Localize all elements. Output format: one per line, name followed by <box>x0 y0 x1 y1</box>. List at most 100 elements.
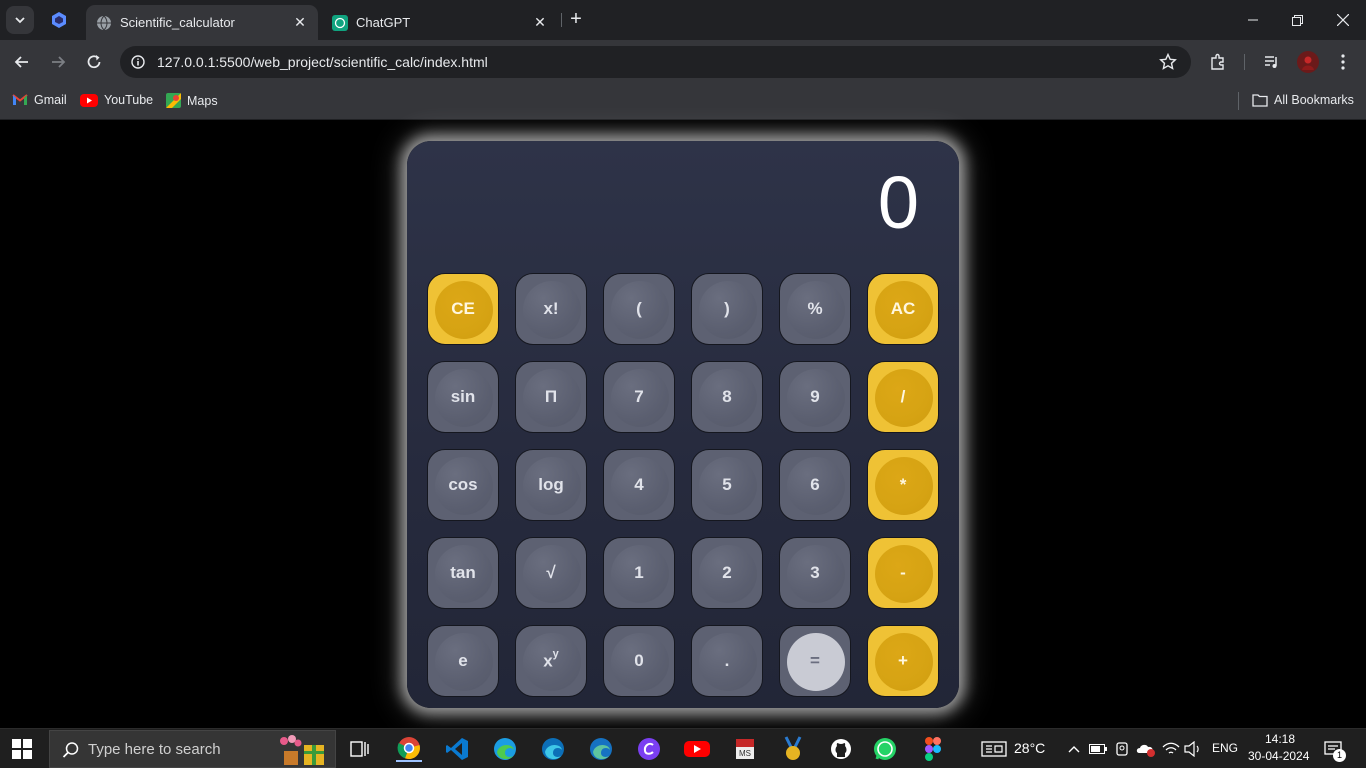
canva-icon[interactable] <box>636 736 662 762</box>
bookmark-maps[interactable]: Maps <box>166 93 218 108</box>
wifi-icon[interactable] <box>1160 736 1182 762</box>
key-superscript: y <box>552 647 559 660</box>
notifications-button[interactable]: 1 <box>1320 736 1346 762</box>
edge-icon[interactable] <box>492 736 518 762</box>
svg-text:MS: MS <box>739 749 751 758</box>
windows-taskbar: Type here to search MS 28°C ENG 14:18 30… <box>0 728 1366 768</box>
all-bookmarks-button[interactable]: All Bookmarks <box>1252 93 1354 107</box>
key-ce[interactable]: CE <box>427 273 499 345</box>
windows-start-icon[interactable] <box>12 739 32 759</box>
language-indicator[interactable]: ENG <box>1212 741 1238 755</box>
forward-button[interactable] <box>46 50 70 74</box>
github-icon[interactable] <box>828 736 854 762</box>
copilot-icon[interactable] <box>50 11 68 29</box>
taskbar-search-box[interactable]: Type here to search <box>49 730 336 768</box>
address-bar[interactable]: 127.0.0.1:5500/web_project/scientific_ca… <box>120 46 1191 78</box>
ms-office-app-icon[interactable]: MS <box>732 736 758 762</box>
edge-dev-icon[interactable] <box>588 736 614 762</box>
key-label: sin <box>450 387 476 406</box>
chevron-down-icon <box>15 17 25 24</box>
temperature-text[interactable]: 28°C <box>1014 740 1045 756</box>
camera-icon[interactable] <box>1112 736 1132 762</box>
battery-icon[interactable] <box>1088 736 1108 762</box>
chevron-up-icon[interactable] <box>1064 736 1084 762</box>
key-2[interactable]: 2 <box>691 537 763 609</box>
bookmark-youtube[interactable]: YouTube <box>80 93 153 107</box>
key-log[interactable]: log <box>515 449 587 521</box>
tab-search-button[interactable] <box>6 6 34 34</box>
folder-icon <box>1252 94 1268 107</box>
key-9[interactable]: 9 <box>779 361 851 433</box>
whatsapp-icon[interactable] <box>872 736 898 762</box>
key-sqrt[interactable]: √ <box>515 537 587 609</box>
close-window-button[interactable] <box>1320 0 1366 40</box>
key-x-power[interactable]: xy <box>515 625 587 697</box>
key-5[interactable]: 5 <box>691 449 763 521</box>
arrow-right-icon <box>52 56 66 68</box>
new-tab-button[interactable]: + <box>566 9 586 30</box>
weather-icon[interactable] <box>980 736 1008 762</box>
media-control-icon[interactable] <box>1262 52 1282 72</box>
calculator: 0 CE x! ()% AC sin Π 7 8 9 / cos log 4 5 6 * tan √ 1 2 3 - e xy… <box>407 141 959 708</box>
reload-button[interactable] <box>82 50 106 74</box>
key-divide[interactable]: / <box>867 361 939 433</box>
clock-time[interactable]: 14:18 <box>1265 732 1295 746</box>
key-3[interactable]: 3 <box>779 537 851 609</box>
vscode-icon[interactable] <box>444 736 470 762</box>
close-icon <box>1337 14 1349 26</box>
calculator-display: 0 <box>877 161 919 244</box>
extensions-icon[interactable] <box>1208 52 1228 72</box>
more-menu-icon[interactable] <box>1333 52 1353 72</box>
key-0[interactable]: 0 <box>603 625 675 697</box>
key-e[interactable]: e <box>427 625 499 697</box>
key-sin[interactable]: sin <box>427 361 499 433</box>
key-plus[interactable]: + <box>867 625 939 697</box>
key-4[interactable]: 4 <box>603 449 675 521</box>
key-label: e <box>458 651 468 670</box>
profile-avatar[interactable] <box>1297 51 1319 73</box>
key-1[interactable]: 1 <box>603 537 675 609</box>
key-multiply[interactable]: * <box>867 449 939 521</box>
key-label: xy <box>543 647 559 671</box>
key-7[interactable]: 7 <box>603 361 675 433</box>
bookmark-gmail[interactable]: Gmail <box>12 93 67 107</box>
volume-icon[interactable] <box>1182 736 1204 762</box>
restore-button[interactable] <box>1274 0 1320 40</box>
search-icon <box>62 742 79 758</box>
key-cos[interactable]: cos <box>427 449 499 521</box>
onedrive-icon[interactable] <box>1135 736 1157 762</box>
key-factorial[interactable]: x! <box>515 273 587 345</box>
edge-beta-icon[interactable] <box>540 736 566 762</box>
key-6[interactable]: 6 <box>779 449 851 521</box>
task-view-icon[interactable] <box>347 736 373 762</box>
tab-close-icon[interactable]: ✕ <box>532 14 548 31</box>
chrome-taskbar-icon[interactable] <box>396 736 422 762</box>
key-close-paren[interactable]: ) <box>691 273 763 345</box>
back-button[interactable] <box>10 50 34 74</box>
key-percent[interactable]: % <box>779 273 851 345</box>
key-equals[interactable]: = <box>779 625 851 697</box>
key-label: / <box>900 387 906 406</box>
key-ac[interactable]: AC <box>867 273 939 345</box>
key-minus[interactable]: - <box>867 537 939 609</box>
tab-scientific-calculator[interactable]: Scientific_calculator ✕ <box>86 5 318 40</box>
key-label: CE <box>451 299 475 318</box>
bookmark-star-icon[interactable] <box>1159 53 1177 71</box>
key-decimal[interactable]: . <box>691 625 763 697</box>
medal-app-icon[interactable] <box>780 736 806 762</box>
key-label: 1 <box>634 563 644 582</box>
clock-date[interactable]: 30-04-2024 <box>1248 749 1309 763</box>
tab-chatgpt[interactable]: ChatGPT ✕ <box>322 5 558 40</box>
figma-icon[interactable] <box>920 736 946 762</box>
key-8[interactable]: 8 <box>691 361 763 433</box>
chatgpt-icon <box>332 14 348 31</box>
key-label: 2 <box>722 563 732 582</box>
minimize-button[interactable] <box>1230 0 1276 40</box>
tab-divider <box>561 13 562 27</box>
tab-close-icon[interactable]: ✕ <box>292 14 308 31</box>
key-tan[interactable]: tan <box>427 537 499 609</box>
site-info-icon[interactable] <box>128 52 148 72</box>
key-open-paren[interactable]: ( <box>603 273 675 345</box>
key-pi[interactable]: Π <box>515 361 587 433</box>
youtube-app-icon[interactable] <box>684 736 710 762</box>
